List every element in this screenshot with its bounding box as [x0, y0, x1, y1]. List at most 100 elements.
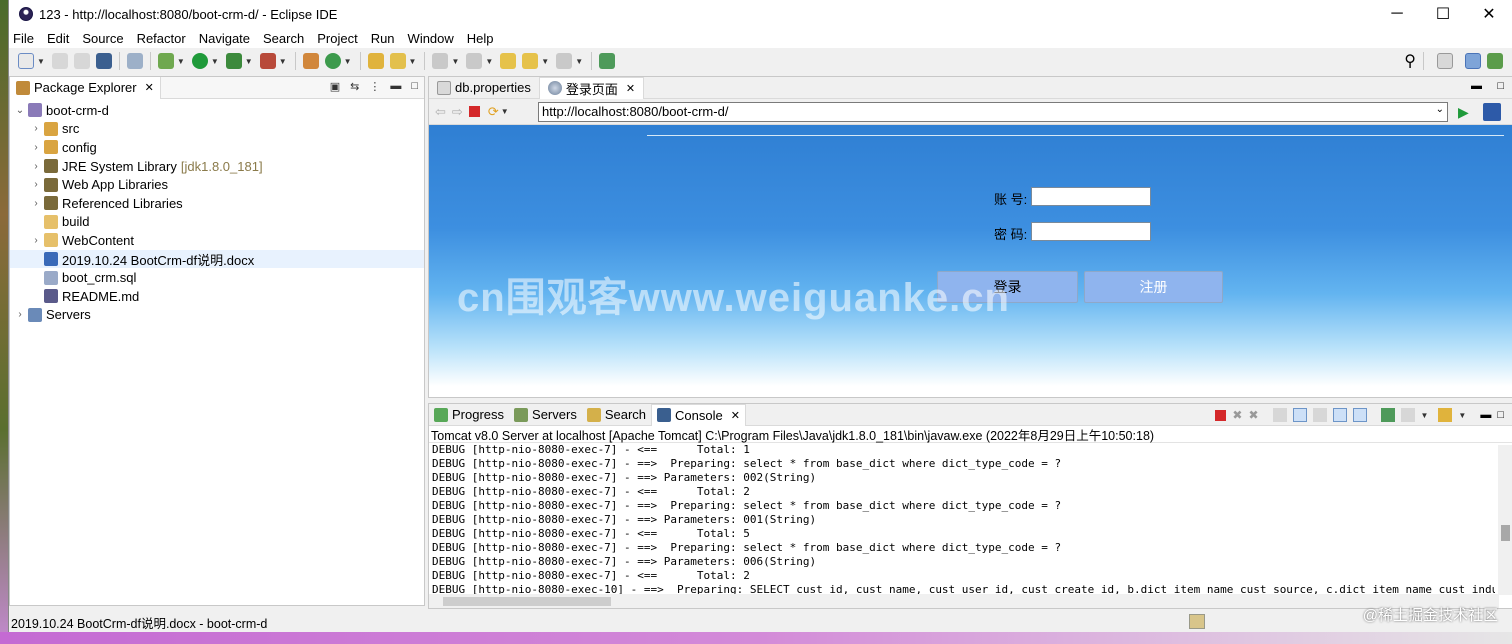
refresh-icon[interactable]: ⟳: [488, 104, 499, 120]
forward-arrow-icon[interactable]: ⇨: [452, 104, 463, 120]
back-arrow-icon[interactable]: ⇦: [435, 104, 446, 120]
chevron-right-icon[interactable]: ›: [30, 123, 42, 134]
vertical-scroll-thumb[interactable]: [1501, 525, 1510, 541]
tree-item[interactable]: build: [10, 213, 424, 232]
new-icon[interactable]: [18, 53, 34, 69]
close-window-button[interactable]: ✕: [1466, 0, 1512, 28]
tree-item[interactable]: › Web App Libraries: [10, 175, 424, 194]
maximize-view-icon[interactable]: □: [1497, 80, 1504, 92]
password-input[interactable]: [1031, 222, 1151, 241]
maximize-view-icon[interactable]: □: [1497, 409, 1504, 421]
chevron-right-icon[interactable]: ›: [30, 179, 42, 190]
forward-icon[interactable]: [556, 53, 573, 69]
minimize-button[interactable]: ─: [1374, 0, 1420, 28]
pin-console-icon[interactable]: [1380, 408, 1395, 422]
display-selected-console-icon[interactable]: [1400, 408, 1415, 422]
remove-all-icon[interactable]: ✖: [1248, 408, 1258, 422]
java-ee-perspective-icon[interactable]: [1465, 53, 1481, 69]
chevron-right-icon[interactable]: ›: [30, 142, 42, 153]
debug-perspective-icon[interactable]: [1487, 53, 1503, 69]
close-icon[interactable]: ✕: [731, 409, 740, 422]
chevron-down-icon[interactable]: ⌄: [1436, 104, 1444, 115]
word-wrap-icon[interactable]: [1312, 408, 1327, 422]
search-icon[interactable]: ⚲: [1404, 51, 1416, 71]
annotation-prev-icon[interactable]: [466, 53, 483, 69]
tab-servers[interactable]: Servers: [509, 404, 582, 426]
pin-editor-icon[interactable]: [599, 53, 616, 69]
menu-help[interactable]: Help: [467, 31, 494, 46]
new-java-class-icon[interactable]: [324, 53, 341, 69]
menu-edit[interactable]: Edit: [47, 31, 69, 46]
tree-item[interactable]: boot_crm.sql: [10, 268, 424, 287]
search-tool-icon[interactable]: [389, 53, 406, 69]
minimize-view-icon[interactable]: ▬: [1471, 80, 1482, 92]
tree-item[interactable]: › WebContent: [10, 231, 424, 250]
terminate-icon[interactable]: [1215, 409, 1227, 421]
tab-db-properties[interactable]: db.properties: [429, 77, 539, 99]
coverage-icon[interactable]: [225, 53, 242, 69]
menu-source[interactable]: Source: [82, 31, 123, 46]
tree-item[interactable]: › src: [10, 120, 424, 139]
menu-file[interactable]: File: [13, 31, 34, 46]
tree-item[interactable]: › JRE System Library [jdk1.8.0_181]: [10, 157, 424, 176]
menu-run[interactable]: Run: [371, 31, 395, 46]
scroll-lock-icon[interactable]: [1292, 408, 1307, 422]
open-console-icon[interactable]: [1438, 408, 1453, 422]
tab-search[interactable]: Search: [582, 404, 651, 426]
show-on-stderr-icon[interactable]: [1352, 408, 1367, 422]
tree-item[interactable]: › Referenced Libraries: [10, 194, 424, 213]
maximize-view-icon[interactable]: □: [411, 80, 418, 93]
chevron-right-icon[interactable]: ›: [30, 198, 42, 209]
horizontal-scrollbar[interactable]: [429, 594, 1499, 608]
annotation-next-icon[interactable]: [432, 53, 449, 69]
chevron-right-icon[interactable]: ›: [14, 309, 26, 320]
open-perspective-icon[interactable]: [1437, 53, 1453, 69]
tree-item[interactable]: README.md: [10, 287, 424, 306]
close-icon[interactable]: ✕: [145, 81, 154, 94]
show-on-stdout-icon[interactable]: [1332, 408, 1347, 422]
chevron-right-icon[interactable]: ›: [30, 235, 42, 246]
stop-icon[interactable]: [468, 106, 480, 117]
menu-navigate[interactable]: Navigate: [199, 31, 250, 46]
link-with-editor-icon[interactable]: ⇆: [350, 80, 359, 93]
tab-progress[interactable]: Progress: [429, 404, 509, 426]
clear-console-icon[interactable]: [1272, 408, 1287, 422]
menu-project[interactable]: Project: [317, 31, 357, 46]
url-input[interactable]: http://localhost:8080/boot-crm-d/ ⌄: [538, 102, 1448, 122]
open-external-browser-icon[interactable]: [1483, 103, 1501, 121]
remove-launch-icon[interactable]: ✖: [1232, 408, 1242, 422]
go-icon[interactable]: ▶: [1458, 104, 1469, 121]
chevron-right-icon[interactable]: ›: [30, 161, 42, 172]
collapse-all-icon[interactable]: ▣: [330, 80, 340, 93]
register-button[interactable]: 注册: [1084, 271, 1223, 303]
menu-window[interactable]: Window: [408, 31, 454, 46]
console-output[interactable]: DEBUG [http-nio-8080-exec-7] - <== Total…: [429, 443, 1495, 597]
tree-item[interactable]: 2019.10.24 BootCrm-df说明.docx: [10, 249, 424, 269]
tree-item[interactable]: ⌄ boot-crm-d: [10, 101, 424, 120]
last-edit-icon[interactable]: [500, 53, 517, 69]
tree-item[interactable]: › Servers: [10, 306, 424, 325]
account-input[interactable]: [1031, 187, 1151, 206]
maximize-button[interactable]: ☐: [1420, 0, 1466, 28]
run-icon[interactable]: [191, 53, 208, 69]
tree-item[interactable]: › config: [10, 138, 424, 157]
new-java-package-icon[interactable]: [302, 53, 319, 69]
skip-breakpoints-icon[interactable]: [126, 53, 143, 69]
open-type-icon[interactable]: [367, 53, 384, 69]
status-icon[interactable]: [1189, 614, 1205, 629]
save-icon[interactable]: [51, 53, 68, 69]
package-explorer-tab[interactable]: Package Explorer ✕: [10, 76, 161, 99]
back-icon[interactable]: [522, 53, 539, 69]
view-menu-icon[interactable]: ⋮: [369, 80, 380, 93]
save-all-icon[interactable]: [73, 53, 90, 69]
close-icon[interactable]: ✕: [626, 82, 635, 95]
minimize-view-icon[interactable]: ▬: [390, 80, 401, 93]
minimize-view-icon[interactable]: ▬: [1480, 409, 1491, 421]
terminal-icon[interactable]: [95, 53, 112, 69]
tab-login-page[interactable]: 登录页面 ✕: [538, 76, 645, 99]
menu-refactor[interactable]: Refactor: [137, 31, 186, 46]
horizontal-scroll-thumb[interactable]: [443, 597, 611, 606]
chevron-down-icon[interactable]: ⌄: [14, 105, 26, 116]
vertical-scrollbar[interactable]: [1498, 445, 1512, 595]
debug-icon[interactable]: [157, 53, 174, 69]
